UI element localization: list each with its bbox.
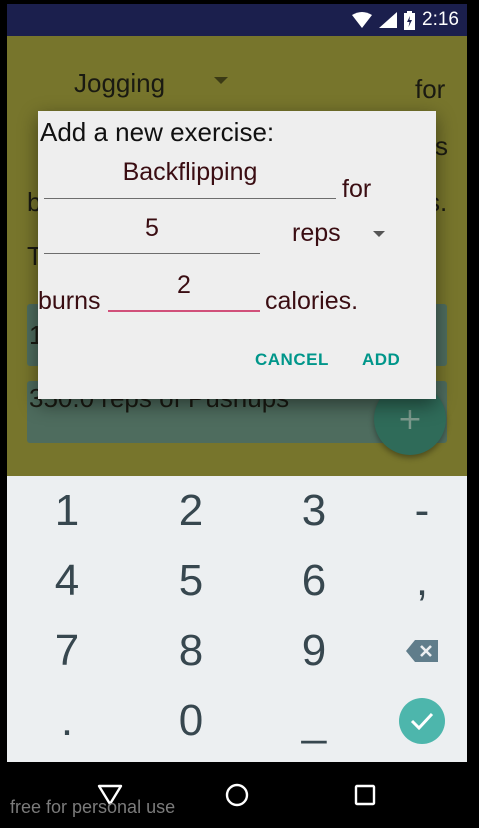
key-1[interactable]: 1 xyxy=(7,476,127,546)
battery-charging-icon xyxy=(404,10,416,30)
checkmark-icon xyxy=(410,712,434,730)
signal-icon xyxy=(379,12,398,28)
chevron-down-icon xyxy=(214,77,228,84)
chevron-down-icon xyxy=(373,231,385,237)
home-button[interactable] xyxy=(217,780,257,810)
for-label: for xyxy=(342,175,372,203)
cancel-button[interactable]: CANCEL xyxy=(255,350,329,370)
key-minus[interactable]: - xyxy=(362,476,479,546)
backspace-icon xyxy=(406,640,438,662)
status-time: 2:16 xyxy=(422,9,459,30)
numeric-keyboard: 1 2 3 - 4 5 6 , 7 8 9 . 0 _ xyxy=(7,476,467,762)
key-8[interactable]: 8 xyxy=(131,616,251,686)
quantity-input[interactable]: 5 xyxy=(44,212,260,254)
key-comma[interactable]: , xyxy=(362,546,479,616)
key-4[interactable]: 4 xyxy=(7,546,127,616)
dialog-title: Add a new exercise: xyxy=(40,117,275,147)
watermark-text: free for personal use xyxy=(10,797,176,817)
key-3[interactable]: 3 xyxy=(254,476,374,546)
home-circle-icon xyxy=(225,783,249,807)
key-5[interactable]: 5 xyxy=(131,546,251,616)
status-bar: 2:16 xyxy=(7,4,467,36)
calories-label: calories. xyxy=(265,287,359,315)
key-2[interactable]: 2 xyxy=(131,476,251,546)
key-6[interactable]: 6 xyxy=(254,546,374,616)
exercise-name-value: Backflipping xyxy=(122,158,258,186)
calories-input[interactable]: 2 xyxy=(108,268,260,312)
add-button[interactable]: ADD xyxy=(362,350,400,370)
key-0[interactable]: 0 xyxy=(131,686,251,756)
plus-icon: + xyxy=(397,401,423,437)
unit-spinner-value: reps xyxy=(292,219,341,247)
wifi-icon xyxy=(352,12,373,28)
unit-spinner[interactable]: reps xyxy=(290,217,390,251)
navigation-bar xyxy=(0,762,479,828)
for-label: for xyxy=(415,74,446,104)
calories-value: 2 xyxy=(177,271,191,299)
enter-key[interactable] xyxy=(362,686,479,756)
key-7[interactable]: 7 xyxy=(7,616,127,686)
exercise-name-input[interactable]: Backflipping xyxy=(44,157,336,199)
backspace-key[interactable] xyxy=(362,616,479,686)
background-text-s: s xyxy=(435,131,448,161)
key-space[interactable]: _ xyxy=(254,686,374,756)
key-period[interactable]: . xyxy=(7,686,127,756)
key-9[interactable]: 9 xyxy=(254,616,374,686)
burns-label: burns xyxy=(38,287,101,315)
recents-button[interactable] xyxy=(345,780,385,810)
add-exercise-dialog: Add a new exercise: Backflipping for 5 r… xyxy=(38,111,436,399)
exercise-spinner-value[interactable]: Jogging xyxy=(74,68,165,99)
recents-square-icon xyxy=(354,784,376,806)
quantity-value: 5 xyxy=(145,214,159,242)
